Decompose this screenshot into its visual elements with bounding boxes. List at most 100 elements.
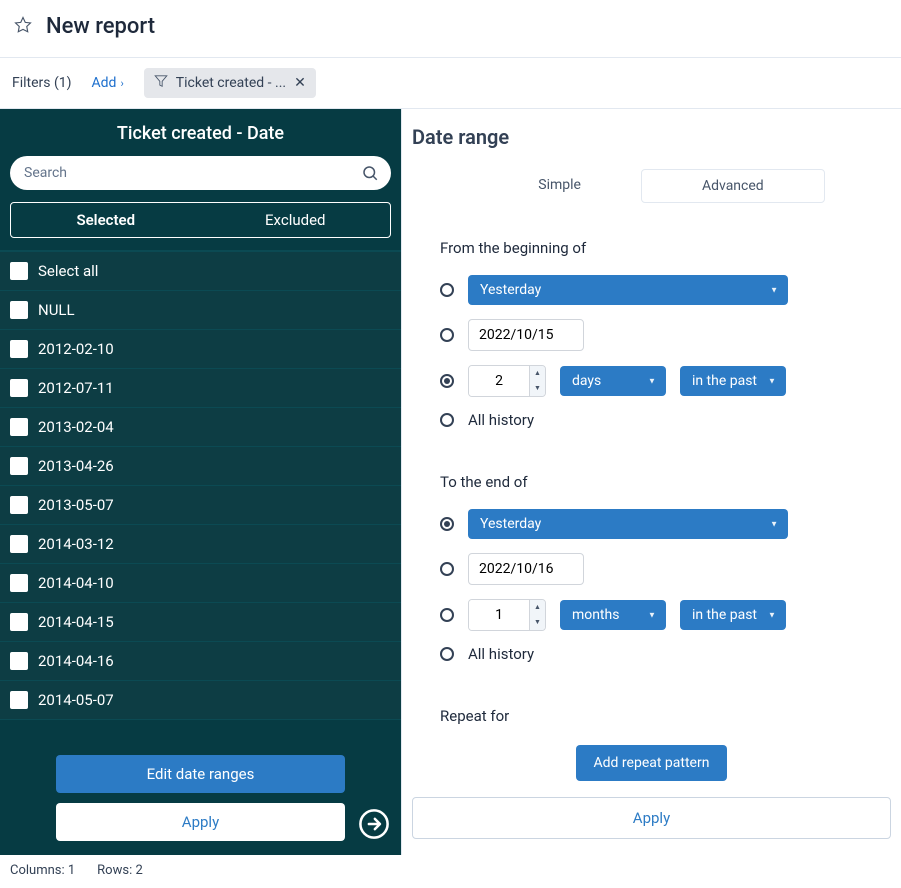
filter-chip-label: Ticket created - ... [176,75,286,91]
to-option-relative[interactable]: ▲ ▼ months ▼ in the past ▼ [412,599,891,631]
filter-icon [154,74,168,92]
from-label: From the beginning of [412,239,891,257]
list-item-label: 2014-03-12 [38,535,114,553]
status-bar: Columns: 1 Rows: 2 [0,855,901,886]
close-icon[interactable]: ✕ [294,75,306,91]
checkbox[interactable] [10,379,28,397]
to-date-input[interactable] [468,553,584,585]
radio[interactable] [440,413,454,427]
list-item[interactable]: 2012-07-11 [0,369,401,408]
sidebar: Ticket created - Date Selected Excluded … [0,109,402,855]
stepper-down-icon[interactable]: ▼ [530,615,545,630]
list-item-select-all[interactable]: Select all [0,251,401,291]
caret-down-icon: ▼ [648,377,656,386]
list-item[interactable]: 2013-04-26 [0,447,401,486]
sidebar-footer: Edit date ranges Apply [0,743,401,855]
filter-chip-ticket-created[interactable]: Ticket created - ... ✕ [144,68,316,98]
page-title: New report [46,14,155,39]
radio[interactable] [440,374,454,388]
list-item[interactable]: 2014-04-10 [0,564,401,603]
select-label: Yesterday [480,516,541,532]
checkbox[interactable] [10,262,28,280]
radio[interactable] [440,283,454,297]
option-label: All history [468,411,534,429]
star-icon[interactable] [14,16,32,38]
list-item-label: 2014-04-15 [38,613,114,631]
from-unit-select[interactable]: days ▼ [560,366,666,396]
main-apply-button[interactable]: Apply [412,797,891,839]
to-unit-select[interactable]: months ▼ [560,600,666,630]
from-direction-select[interactable]: in the past ▼ [680,366,786,396]
tab-selected[interactable]: Selected [11,203,201,237]
radio[interactable] [440,647,454,661]
list-item[interactable]: NULL [0,291,401,330]
list-item[interactable]: 2014-03-12 [0,525,401,564]
to-number-stepper[interactable]: ▲ ▼ [468,599,546,631]
from-option-yesterday[interactable]: Yesterday ▼ [412,275,891,305]
to-direction-select[interactable]: in the past ▼ [680,600,786,630]
list-item[interactable]: 2014-04-15 [0,603,401,642]
checkbox[interactable] [10,496,28,514]
checkbox[interactable] [10,613,28,631]
from-number-input[interactable] [469,366,529,396]
repeat-label: Repeat for [412,707,891,725]
from-number-stepper[interactable]: ▲ ▼ [468,365,546,397]
list-item-label: NULL [38,301,75,319]
list-item-label: 2012-02-10 [38,340,114,358]
from-option-all-history[interactable]: All history [412,411,891,429]
tab-excluded[interactable]: Excluded [201,203,391,237]
filters-label: Filters (1) [12,75,72,91]
checkbox[interactable] [10,574,28,592]
arrow-right-circle-icon[interactable] [357,807,391,841]
caret-down-icon: ▼ [770,520,778,529]
radio[interactable] [440,328,454,342]
select-label: Yesterday [480,282,541,298]
tab-simple[interactable]: Simple [478,169,641,203]
caret-down-icon: ▼ [770,286,778,295]
sidebar-apply-button[interactable]: Apply [56,803,345,841]
list-item[interactable]: 2014-04-16 [0,642,401,681]
list-item[interactable]: 2013-02-04 [0,408,401,447]
from-yesterday-select[interactable]: Yesterday ▼ [468,275,788,305]
to-option-date[interactable] [412,553,891,585]
radio[interactable] [440,517,454,531]
list-item-label: 2013-02-04 [38,418,114,436]
add-filter-link[interactable]: Add › [92,75,124,91]
list-item[interactable]: 2012-02-10 [0,330,401,369]
edit-date-ranges-button[interactable]: Edit date ranges [56,755,345,793]
select-label: days [572,373,601,389]
from-option-date[interactable] [412,319,891,351]
stepper-down-icon[interactable]: ▼ [530,381,545,396]
list-item-label: 2014-04-16 [38,652,114,670]
chevron-right-icon: › [120,77,123,90]
list-item-label: 2013-05-07 [38,496,114,514]
to-option-all-history[interactable]: All history [412,645,891,663]
radio[interactable] [440,562,454,576]
checkbox[interactable] [10,652,28,670]
checkbox[interactable] [10,418,28,436]
stepper-up-icon[interactable]: ▲ [530,366,545,381]
add-repeat-pattern-button[interactable]: Add repeat pattern [576,745,728,781]
select-label: in the past [692,607,757,623]
tab-advanced[interactable]: Advanced [641,169,825,203]
checkbox[interactable] [10,535,28,553]
select-label: months [572,607,620,623]
checkbox[interactable] [10,340,28,358]
to-number-input[interactable] [469,600,529,630]
header: New report [0,0,901,57]
radio[interactable] [440,608,454,622]
checkbox[interactable] [10,457,28,475]
add-filter-label: Add [92,75,117,91]
to-yesterday-select[interactable]: Yesterday ▼ [468,509,788,539]
from-option-relative[interactable]: ▲ ▼ days ▼ in the past ▼ [412,365,891,397]
list-item[interactable]: 2014-05-07 [0,681,401,720]
checkbox[interactable] [10,691,28,709]
stepper-up-icon[interactable]: ▲ [530,600,545,615]
search-input[interactable] [10,156,391,190]
list-item[interactable]: 2013-05-07 [0,486,401,525]
checkbox[interactable] [10,301,28,319]
from-date-input[interactable] [468,319,584,351]
option-label: All history [468,645,534,663]
caret-down-icon: ▼ [768,377,776,386]
to-option-yesterday[interactable]: Yesterday ▼ [412,509,891,539]
